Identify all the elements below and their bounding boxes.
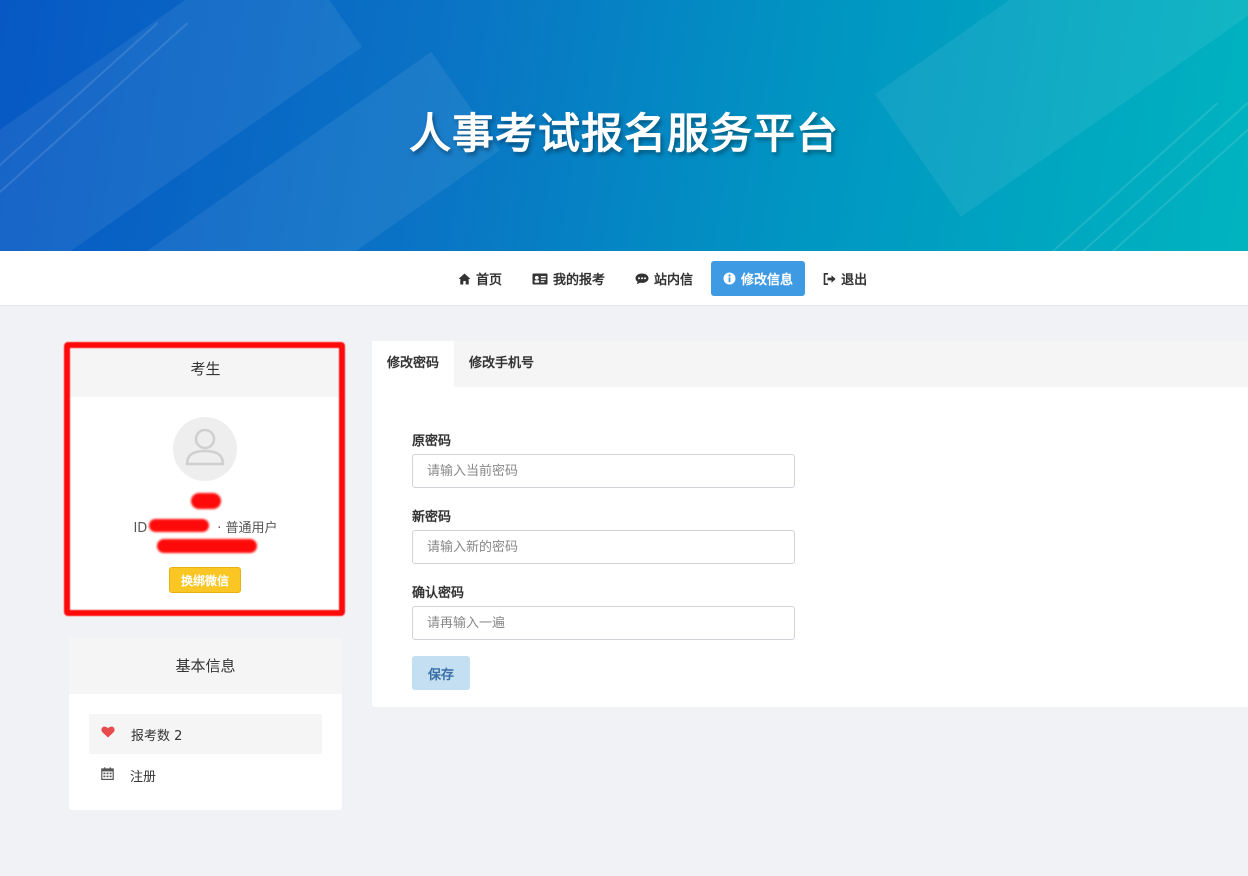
- home-icon: [458, 273, 471, 285]
- nav-logout[interactable]: 退出: [811, 261, 879, 296]
- old-password-field[interactable]: [412, 454, 795, 488]
- info-row-registered: 注册: [89, 755, 322, 795]
- tab-change-password[interactable]: 修改密码: [372, 341, 455, 387]
- page-title: 人事考试报名服务平台: [408, 109, 839, 158]
- new-password-label: 新密码: [412, 510, 452, 525]
- confirm-password-label: 确认密码: [412, 586, 465, 601]
- id-card-icon: [532, 273, 548, 285]
- nav-home[interactable]: 首页: [446, 261, 514, 296]
- nav-edit-info[interactable]: 修改信息: [711, 261, 806, 296]
- save-button[interactable]: 保存: [412, 656, 470, 690]
- nav-edit-info-label: 修改信息: [741, 273, 794, 288]
- nav-messages-label: 站内信: [654, 273, 694, 288]
- main-nav: 首页 我的报考 站内信 修改信息 退出: [446, 261, 879, 296]
- info-circle-icon: [723, 272, 736, 285]
- tab-change-phone[interactable]: 修改手机号: [454, 341, 549, 387]
- registered-label: 注册: [130, 769, 157, 785]
- nav-logout-label: 退出: [841, 273, 868, 288]
- old-password-label: 原密码: [412, 434, 452, 449]
- nav-messages[interactable]: 站内信: [623, 261, 705, 296]
- form-tabs: 修改密码 修改手机号: [372, 341, 1248, 387]
- basic-info-card: 基本信息 报考数 2 注册: [69, 638, 342, 810]
- nav-my-registrations-label: 我的报考: [553, 273, 606, 288]
- confirm-password-field[interactable]: [412, 606, 795, 640]
- nav-home-label: 首页: [476, 273, 503, 288]
- nav-my-registrations[interactable]: 我的报考: [520, 261, 617, 296]
- calendar-icon: [101, 766, 114, 784]
- comment-icon: [635, 273, 649, 285]
- top-navbar: 首页 我的报考 站内信 修改信息 退出: [0, 251, 1248, 306]
- header-banner: 人事考试报名服务平台: [0, 0, 1248, 251]
- basic-info-title: 基本信息: [69, 638, 342, 694]
- heart-icon: [101, 726, 115, 742]
- new-password-field[interactable]: [412, 530, 795, 564]
- info-row-registration-count: 报考数 2: [89, 714, 322, 754]
- annotation-highlight-box: [64, 342, 345, 616]
- registration-count-label: 报考数 2: [131, 728, 183, 744]
- edit-info-panel: 修改密码 修改手机号 原密码 新密码 确认密码 保存: [372, 341, 1248, 707]
- sign-out-icon: [823, 272, 836, 285]
